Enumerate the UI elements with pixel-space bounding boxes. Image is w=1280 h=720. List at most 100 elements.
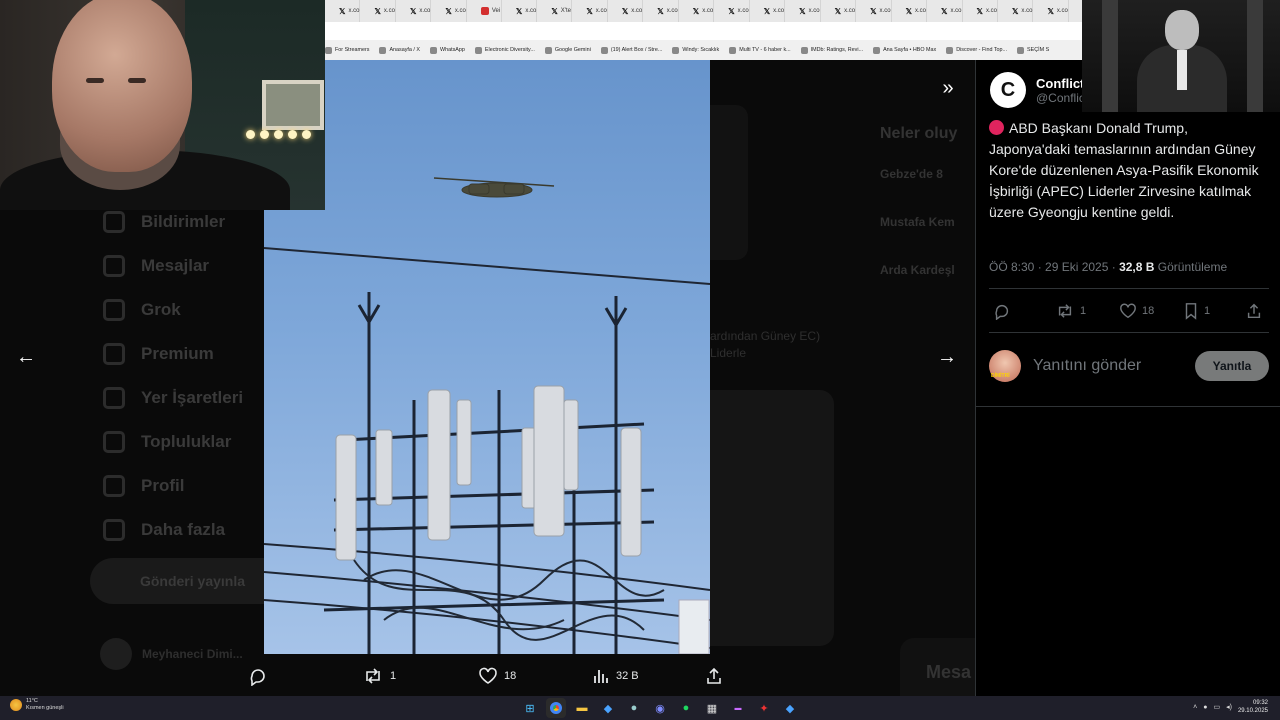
browser-tab[interactable]: 𝕏x.co — [856, 0, 892, 22]
calculator-icon[interactable]: ▦ — [702, 698, 722, 718]
chevron-up-icon[interactable]: ˄ — [1193, 704, 1197, 711]
mic-icon[interactable]: ● — [1203, 704, 1207, 711]
tweet-author[interactable]: C Conflict @Conflic — [990, 72, 1085, 108]
windows-start-icon[interactable]: ⊞ — [520, 698, 540, 718]
analytics-icon — [594, 670, 608, 683]
avatar — [100, 638, 132, 670]
media-photo[interactable] — [264, 60, 710, 654]
bookmark-item[interactable]: Ana Sayfa • HBO Max — [873, 46, 936, 54]
author-handle[interactable]: @Conflic — [1036, 91, 1085, 105]
bookmark-item[interactable]: Google Gemini — [544, 46, 591, 54]
author-avatar[interactable]: C — [990, 72, 1026, 108]
browser-tab[interactable]: 𝕏x.co — [502, 0, 538, 22]
retweet-stat[interactable]: 1 — [1055, 302, 1086, 320]
address-bar[interactable] — [325, 22, 1082, 40]
bookmark-item[interactable]: IMDb: Ratings, Revi... — [800, 46, 863, 54]
browser-tab[interactable]: 𝕏x.co — [785, 0, 821, 22]
folder-icon[interactable]: ▬ — [572, 698, 592, 718]
bookmark-item[interactable]: Electronic Diversity... — [474, 46, 535, 54]
browser-tab[interactable]: 𝕏x.co — [572, 0, 608, 22]
weather-widget[interactable]: 11°C Kısmen güneşli — [10, 698, 64, 712]
reply-icon — [250, 669, 265, 686]
bookmark-item[interactable]: Anasayfa / X — [379, 46, 420, 54]
retweet-icon — [366, 668, 380, 684]
app-icon[interactable]: ◆ — [780, 698, 800, 718]
author-name[interactable]: Conflict — [1036, 76, 1085, 91]
heart-icon — [1120, 303, 1136, 319]
bookmark-item[interactable]: (19) Alert Box / Stre... — [600, 46, 662, 54]
x-logo-icon: 𝕏 — [409, 6, 417, 16]
next-media-button[interactable]: → — [931, 341, 963, 373]
reply-input[interactable]: Yanıtını gönder — [1033, 357, 1195, 375]
views-action[interactable]: 32 B — [592, 662, 639, 690]
browser-tab[interactable]: 𝕏x.co — [1033, 0, 1069, 22]
profile-icon — [103, 475, 125, 497]
browser-tab[interactable]: 𝕏x.co — [963, 0, 998, 22]
discord-icon[interactable]: ◉ — [650, 698, 670, 718]
bg-trend-item: Mustafa Kem — [880, 215, 955, 229]
previous-media-button[interactable]: ← — [10, 341, 42, 373]
bookmark-item[interactable]: Discover - Find Top... — [946, 46, 1007, 54]
steam-icon[interactable]: ● — [624, 698, 644, 718]
browser-tab[interactable]: 𝕏x.co — [892, 0, 928, 22]
bookmark-item[interactable]: WhatsApp — [430, 46, 465, 54]
helicopter-antenna-photo — [264, 177, 710, 654]
browser-tab[interactable]: 𝕏x.co — [998, 0, 1034, 22]
reply-stat[interactable] — [993, 302, 1016, 320]
bookmarks-bar: For Streamers Anasayfa / X WhatsApp Electro… — [325, 40, 1082, 60]
x-logo-icon: 𝕏 — [445, 6, 452, 16]
share-stat[interactable] — [1245, 302, 1263, 320]
bookmark-favicon-icon — [873, 46, 881, 54]
bookmark-item[interactable]: For Streamers — [325, 46, 369, 54]
share-action[interactable] — [704, 662, 730, 690]
x-logo-icon: 𝕏 — [657, 6, 664, 16]
like-action[interactable]: 18 — [478, 662, 516, 690]
collapse-panel-button[interactable]: » — [932, 72, 964, 104]
chrome-icon[interactable] — [546, 698, 566, 718]
spotify-icon[interactable]: ● — [676, 698, 696, 718]
browser-tab[interactable]: 𝕏x.co — [643, 0, 679, 22]
bookmark-stat[interactable]: 1 — [1183, 302, 1210, 320]
tweet-meta: ÖÖ 8:30 · 29 Eki 2025 · 32,8 B Görüntüle… — [989, 260, 1227, 274]
reply-button[interactable]: Yanıtla — [1195, 351, 1269, 381]
x-logo-icon: 𝕏 — [551, 6, 558, 16]
bell-icon — [103, 211, 125, 233]
bookmark-favicon-icon — [672, 46, 680, 54]
browser-tab[interactable]: 𝕏x.co — [679, 0, 715, 22]
bg-nav-item: Grok — [95, 288, 270, 332]
clock[interactable]: 09:32 29.10.2025 — [1238, 699, 1268, 715]
browser-tab[interactable]: 𝕏x.co — [714, 0, 750, 22]
bg-nav-item: Daha fazla — [95, 508, 270, 552]
browser-tab[interactable]: 𝕏x.co — [821, 0, 857, 22]
browser-tab[interactable]: 𝕏x.co — [927, 0, 963, 22]
bg-trend-item: Gebze'de 8 — [880, 167, 943, 181]
browser-tab[interactable]: 𝕏x.co — [396, 0, 432, 22]
app-icon[interactable]: ◆ — [598, 698, 618, 718]
red-circle-icon — [989, 120, 1004, 135]
bookmark-favicon-icon — [325, 46, 332, 54]
reply-action[interactable] — [248, 662, 274, 690]
tweet-stats-bar: 1 18 1 — [989, 302, 1269, 322]
bg-trends: Neler oluy Gebze'de 8 Mustafa Kem Arda K… — [880, 115, 970, 311]
browser-tab[interactable]: 𝕏 X'te — [537, 0, 573, 22]
browser-tab[interactable]: 𝕏x.co — [360, 0, 396, 22]
user-avatar: DİMİTRİ — [989, 350, 1021, 382]
views-label: Görüntüleme — [1154, 260, 1228, 274]
app-icon[interactable]: ▬ — [728, 698, 748, 718]
bookmark-item[interactable]: Windy: Sıcaklık — [672, 46, 719, 54]
bookmark-favicon-icon — [800, 46, 808, 54]
volume-icon[interactable]: ◂) — [1226, 703, 1232, 711]
browser-tab[interactable]: 𝕏x.co — [325, 0, 361, 22]
like-stat[interactable]: 18 — [1119, 302, 1154, 320]
tweet-timestamp[interactable]: ÖÖ 8:30 · 29 Eki 2025 · — [989, 260, 1119, 274]
browser-tab[interactable]: 𝕏x.co — [750, 0, 786, 22]
system-tray: ˄ ● ▭ ◂) 09:32 29.10.2025 — [1193, 699, 1268, 715]
bookmark-item[interactable]: Multi TV - 6 haber k... — [729, 46, 791, 54]
network-icon[interactable]: ▭ — [1213, 703, 1220, 711]
retweet-action[interactable]: 1 — [362, 662, 396, 690]
browser-tab[interactable]: 𝕏x.co — [608, 0, 644, 22]
bookmark-item[interactable]: SEÇİM S — [1017, 46, 1049, 54]
app-icon[interactable]: ✦ — [754, 698, 774, 718]
browser-tab[interactable]: 𝕏x.co — [431, 0, 467, 22]
browser-tab[interactable]: Vei — [467, 0, 502, 22]
